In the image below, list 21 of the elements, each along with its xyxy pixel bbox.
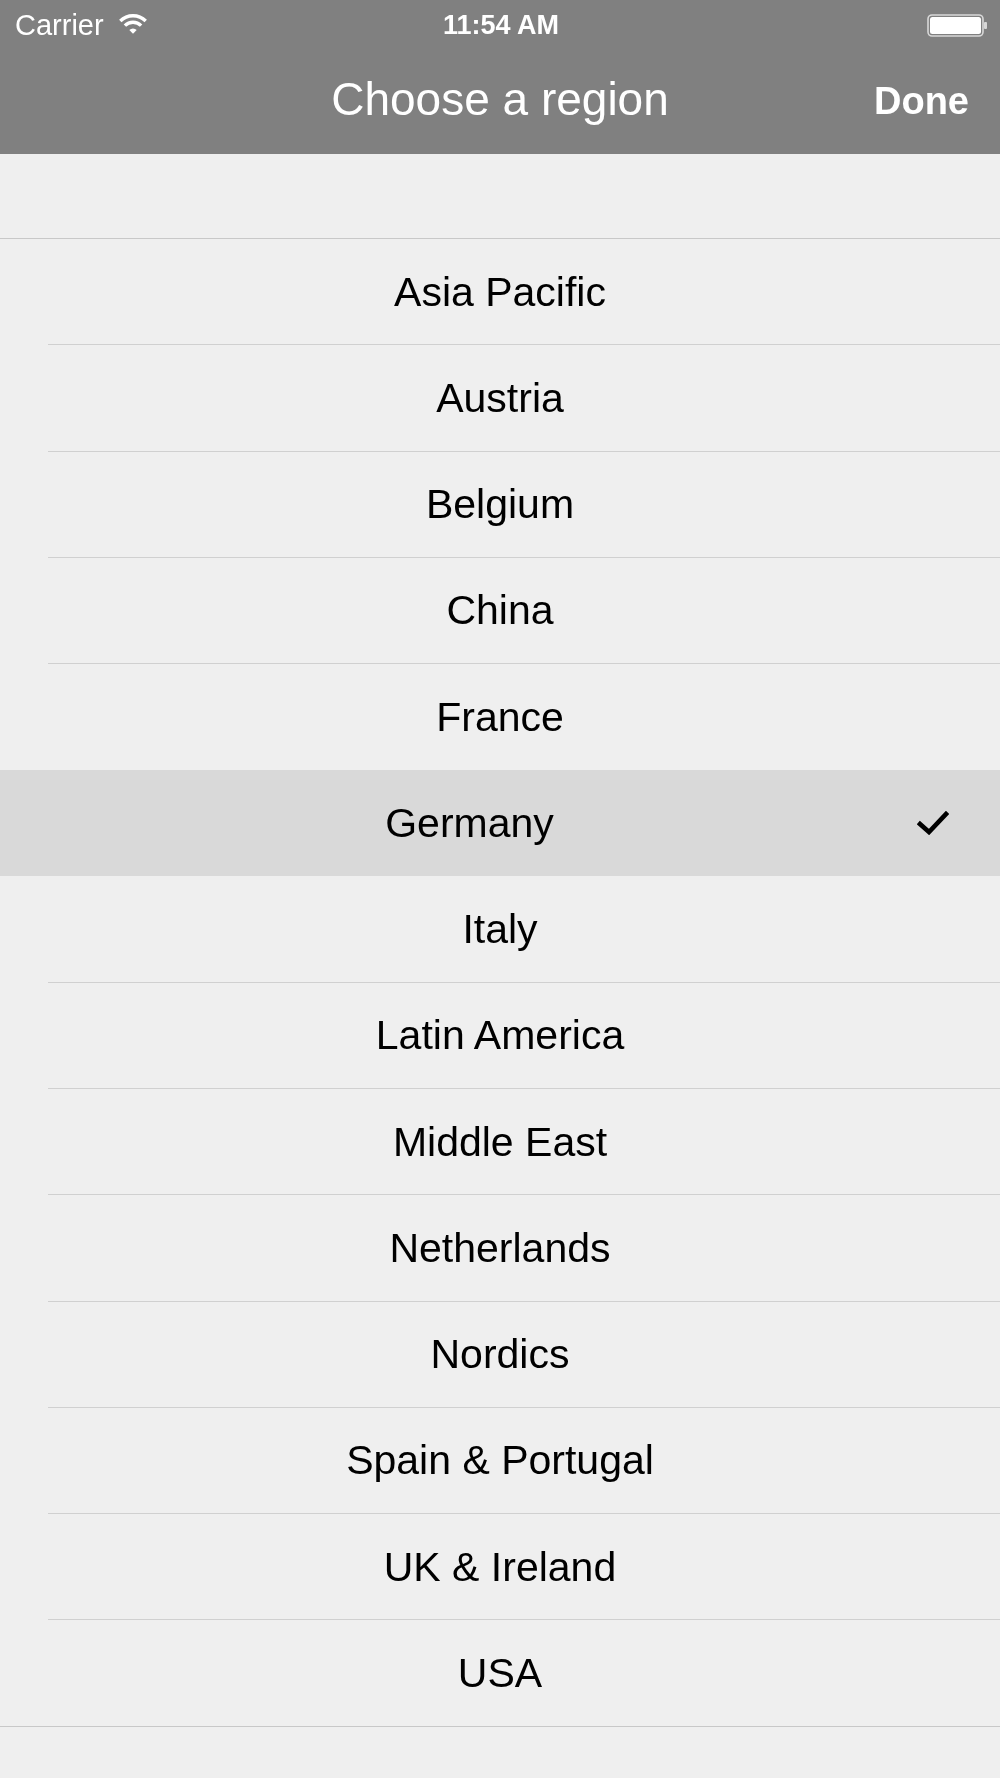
screen-title: Choose a region — [331, 72, 669, 126]
region-list-item[interactable]: Nordics — [0, 1301, 1000, 1407]
region-list-item[interactable]: USA — [0, 1620, 1000, 1726]
region-list-item[interactable]: Middle East — [0, 1089, 1000, 1195]
wifi-icon — [117, 14, 148, 34]
region-list-item[interactable]: Asia Pacific — [0, 239, 1000, 345]
battery-icon — [927, 13, 987, 37]
region-list-item[interactable]: Netherlands — [0, 1195, 1000, 1301]
region-list-item[interactable]: Latin America — [0, 982, 1000, 1088]
region-list-item[interactable]: Italy — [0, 876, 1000, 982]
region-list-item[interactable]: France — [0, 664, 1000, 770]
region-list-item[interactable]: Spain & Portugal — [0, 1407, 1000, 1513]
region-list-item[interactable]: UK & Ireland — [0, 1514, 1000, 1620]
region-list-item[interactable]: China — [0, 557, 1000, 663]
carrier-name: Carrier — [15, 8, 104, 42]
checkmark-icon — [917, 810, 949, 835]
done-button[interactable]: Done — [870, 78, 973, 124]
region-list-item[interactable]: Belgium — [0, 451, 1000, 557]
clock-time: 11:54 AM — [442, 9, 560, 42]
region-list-item[interactable]: Austria — [0, 345, 1000, 451]
region-list-item[interactable]: Germany — [0, 770, 1000, 876]
